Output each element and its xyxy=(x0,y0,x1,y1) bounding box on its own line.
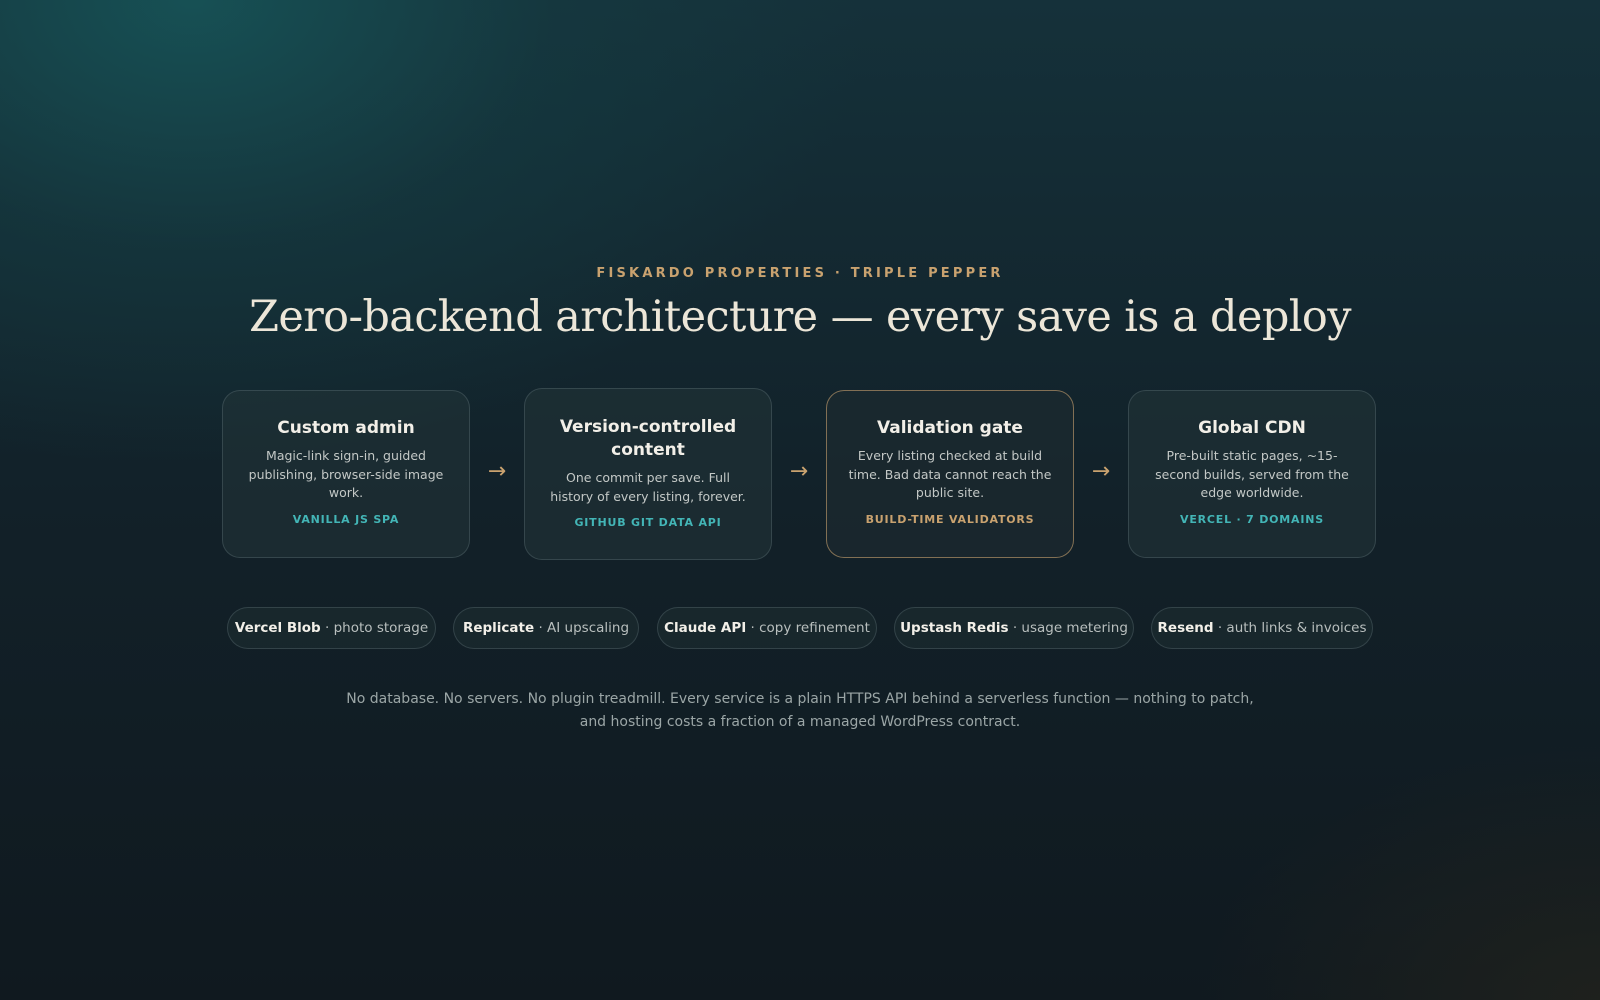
service-name: Claude API xyxy=(664,620,747,636)
step-tag: VANILLA JS SPA xyxy=(292,512,400,526)
step-card-custom-admin: Custom admin Magic-link sign-in, guided … xyxy=(222,390,470,558)
step-title: Global CDN xyxy=(1198,418,1306,438)
service-name: Resend xyxy=(1157,620,1214,636)
step-card-global-cdn: Global CDN Pre-built static pages, ~15-s… xyxy=(1128,390,1376,558)
service-separator: · xyxy=(1213,620,1227,636)
step-description: One commit per save. Full history of eve… xyxy=(550,470,746,504)
service-pill-replicate: Replicate · AI upscaling xyxy=(453,607,639,649)
arrow-right-icon: → xyxy=(1091,459,1111,484)
service-purpose: usage metering xyxy=(1021,620,1128,636)
service-name: Upstash Redis xyxy=(900,620,1009,636)
step-tag: VERCEL · 7 DOMAINS xyxy=(1180,512,1324,526)
step-description: Every listing checked at build time. Bad… xyxy=(848,448,1052,500)
pipeline-flow: Custom admin Magic-link sign-in, guided … xyxy=(222,388,1378,560)
service-pills: Vercel Blob · photo storage Replicate · … xyxy=(0,607,1600,649)
footnote-line: No database. No servers. No plugin tread… xyxy=(346,691,1254,707)
step-title: Custom admin xyxy=(277,418,415,438)
step-description: Magic-link sign-in, guided publishing, b… xyxy=(248,448,444,500)
step-title: Validation gate xyxy=(877,418,1023,438)
arrow-right-icon: → xyxy=(487,459,507,484)
service-purpose: auth links & invoices xyxy=(1226,620,1367,636)
service-pill-upstash-redis: Upstash Redis · usage metering xyxy=(894,607,1134,649)
step-description: Pre-built static pages, ~15-second build… xyxy=(1155,448,1349,500)
service-name: Replicate xyxy=(462,620,535,636)
step-card-validation-gate: Validation gate Every listing checked at… xyxy=(826,390,1074,558)
service-name: Vercel Blob xyxy=(234,620,321,636)
architecture-slide: FISKARDO PROPERTIES · TRIPLE PEPPER Zero… xyxy=(0,0,1600,1000)
service-pill-claude-api: Claude API · copy refinement xyxy=(657,607,877,649)
service-purpose: AI upscaling xyxy=(547,620,630,636)
service-separator: · xyxy=(1008,620,1022,636)
service-separator: · xyxy=(320,620,334,636)
step-card-version-controlled-content: Version-controlled content One commit pe… xyxy=(524,388,772,560)
step-tag: GITHUB GIT DATA API xyxy=(574,516,722,529)
service-separator: · xyxy=(534,620,548,636)
service-purpose: copy refinement xyxy=(759,620,870,636)
eyebrow-label: FISKARDO PROPERTIES · TRIPLE PEPPER xyxy=(596,266,1004,281)
service-pill-vercel-blob: Vercel Blob · photo storage xyxy=(227,607,436,649)
step-tag: BUILD-TIME VALIDATORS xyxy=(865,512,1035,526)
footnote-line: and hosting costs a fraction of a manage… xyxy=(579,713,1021,730)
service-separator: · xyxy=(746,620,760,636)
service-purpose: photo storage xyxy=(333,620,429,636)
footnote: No database. No servers. No plugin tread… xyxy=(300,688,1300,733)
step-title: Version-controlled content xyxy=(559,417,737,460)
arrow-right-icon: → xyxy=(789,459,809,484)
page-title: Zero-backend architecture — every save i… xyxy=(249,292,1351,342)
service-pill-resend: Resend · auth links & invoices xyxy=(1151,607,1373,649)
